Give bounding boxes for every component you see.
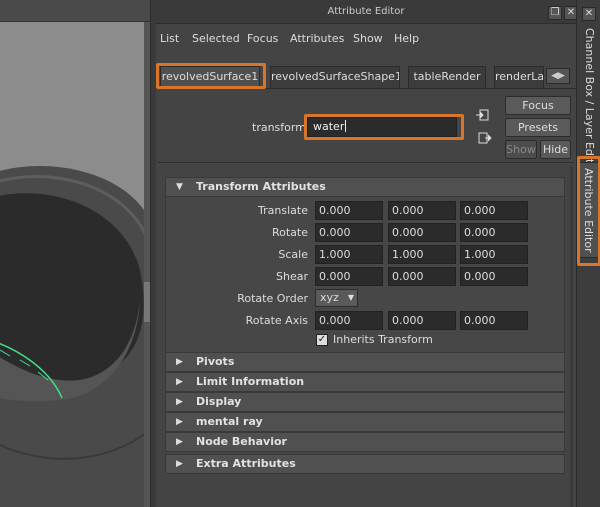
inherits-transform-checkbox[interactable]: ✓ xyxy=(316,334,328,346)
section-title: Transform Attributes xyxy=(196,180,326,193)
presets-button[interactable]: Presets xyxy=(505,118,571,137)
inherits-transform-label: Inherits Transform xyxy=(333,333,433,346)
section-limit-information[interactable]: ▶ Limit Information xyxy=(165,372,565,392)
text-caret xyxy=(345,120,347,132)
rotate-label: Rotate xyxy=(271,226,308,239)
window-title: Attribute Editor xyxy=(327,6,405,17)
menu-attributes[interactable]: Attributes xyxy=(290,32,344,45)
section-extra-attributes[interactable]: ▶ Extra Attributes xyxy=(165,454,565,474)
tab-scroll-arrows-icon[interactable]: ◀▶ xyxy=(546,68,570,84)
collapsed-arrow-icon: ▶ xyxy=(176,377,183,387)
header-separator xyxy=(158,162,574,163)
section-title: Extra Attributes xyxy=(196,457,296,470)
section-display[interactable]: ▶ Display xyxy=(165,392,565,412)
tab-channel-box-layer-editor[interactable]: Channel Box / Layer Editor xyxy=(579,28,599,175)
hide-button[interactable]: Hide xyxy=(540,140,571,159)
scale-z-field[interactable]: 1.000 xyxy=(460,245,528,264)
rotate-order-label: Rotate Order xyxy=(237,292,308,305)
menu-focus[interactable]: Focus xyxy=(247,32,278,45)
tab-table-render[interactable]: tableRender xyxy=(408,66,486,88)
translate-y-field[interactable]: 0.000 xyxy=(388,201,456,220)
rotate-y-field[interactable]: 0.000 xyxy=(388,223,456,242)
tab-revolved-surface[interactable]: revolvedSurface1 xyxy=(160,66,260,88)
shear-y-field[interactable]: 0.000 xyxy=(388,267,456,286)
collapsed-arrow-icon: ▶ xyxy=(176,437,183,447)
rotate-axis-label: Rotate Axis xyxy=(245,314,308,327)
shear-label: Shear xyxy=(276,270,308,283)
right-dock: ✕ Channel Box / Layer Editor Attribute E… xyxy=(576,0,600,507)
translate-x-field[interactable]: 0.000 xyxy=(315,201,383,220)
section-mental-ray[interactable]: ▶ mental ray xyxy=(165,412,565,432)
section-pivots[interactable]: ▶ Pivots xyxy=(165,352,565,372)
collapsed-arrow-icon: ▶ xyxy=(176,397,183,407)
dock-close-icon[interactable]: ✕ xyxy=(582,7,596,21)
scale-y-field[interactable]: 1.000 xyxy=(388,245,456,264)
rotate-x-field[interactable]: 0.000 xyxy=(315,223,383,242)
rotate-axis-z-field[interactable]: 0.000 xyxy=(460,311,528,330)
rotate-z-field[interactable]: 0.000 xyxy=(460,223,528,242)
section-transform-attributes[interactable]: ▼ Transform Attributes xyxy=(165,177,565,197)
section-node-behavior[interactable]: ▶ Node Behavior xyxy=(165,432,565,452)
tabs-divider xyxy=(156,88,576,89)
rotate-order-dropdown[interactable]: xyz ▼ xyxy=(315,289,358,307)
rotate-axis-x-field[interactable]: 0.000 xyxy=(315,311,383,330)
section-title: Node Behavior xyxy=(196,435,287,448)
menu-help[interactable]: Help xyxy=(394,32,419,45)
collapsed-arrow-icon: ▶ xyxy=(176,459,183,469)
output-connection-icon[interactable] xyxy=(478,131,492,145)
chevron-down-icon: ▼ xyxy=(347,293,354,302)
viewport-panel[interactable] xyxy=(0,0,150,507)
tab-render-layer[interactable]: renderLa xyxy=(494,66,544,88)
translate-label: Translate xyxy=(258,204,308,217)
collapsed-arrow-icon: ▶ xyxy=(176,357,183,367)
tab-attribute-editor[interactable]: Attribute Editor xyxy=(579,162,599,258)
frame-scrollbar[interactable] xyxy=(570,166,573,507)
section-title: mental ray xyxy=(196,415,263,428)
menu-bar: List Selected Focus Attributes Show Help xyxy=(156,24,576,52)
transform-name-field[interactable]: water xyxy=(307,117,457,137)
menu-show[interactable]: Show xyxy=(353,32,383,45)
title-bar: Attribute Editor ❐ ✕ xyxy=(156,0,578,24)
menu-list[interactable]: List xyxy=(160,32,179,45)
shear-x-field[interactable]: 0.000 xyxy=(315,267,383,286)
node-tabs: revolvedSurface1 revolvedSurfaceShape1 t… xyxy=(156,62,576,88)
collapsed-arrow-icon: ▶ xyxy=(176,417,183,427)
menu-selected[interactable]: Selected xyxy=(192,32,240,45)
show-button[interactable]: Show xyxy=(505,140,537,159)
section-title: Limit Information xyxy=(196,375,305,388)
scale-label: Scale xyxy=(278,248,308,261)
section-title: Pivots xyxy=(196,355,235,368)
scale-x-field[interactable]: 1.000 xyxy=(315,245,383,264)
rotate-order-value: xyz xyxy=(320,291,339,304)
translate-z-field[interactable]: 0.000 xyxy=(460,201,528,220)
section-title: Display xyxy=(196,395,242,408)
tab-revolved-surface-shape[interactable]: revolvedSurfaceShape1 xyxy=(270,66,400,88)
rotate-axis-y-field[interactable]: 0.000 xyxy=(388,311,456,330)
viewport-scene[interactable] xyxy=(0,0,150,507)
transform-name-value: water xyxy=(313,120,345,133)
transform-label: transform: xyxy=(252,121,310,134)
shear-z-field[interactable]: 0.000 xyxy=(460,267,528,286)
focus-button[interactable]: Focus xyxy=(505,96,571,115)
float-window-icon[interactable]: ❐ xyxy=(548,6,562,20)
expanded-arrow-icon: ▼ xyxy=(176,182,183,192)
input-connection-icon[interactable] xyxy=(476,108,490,122)
